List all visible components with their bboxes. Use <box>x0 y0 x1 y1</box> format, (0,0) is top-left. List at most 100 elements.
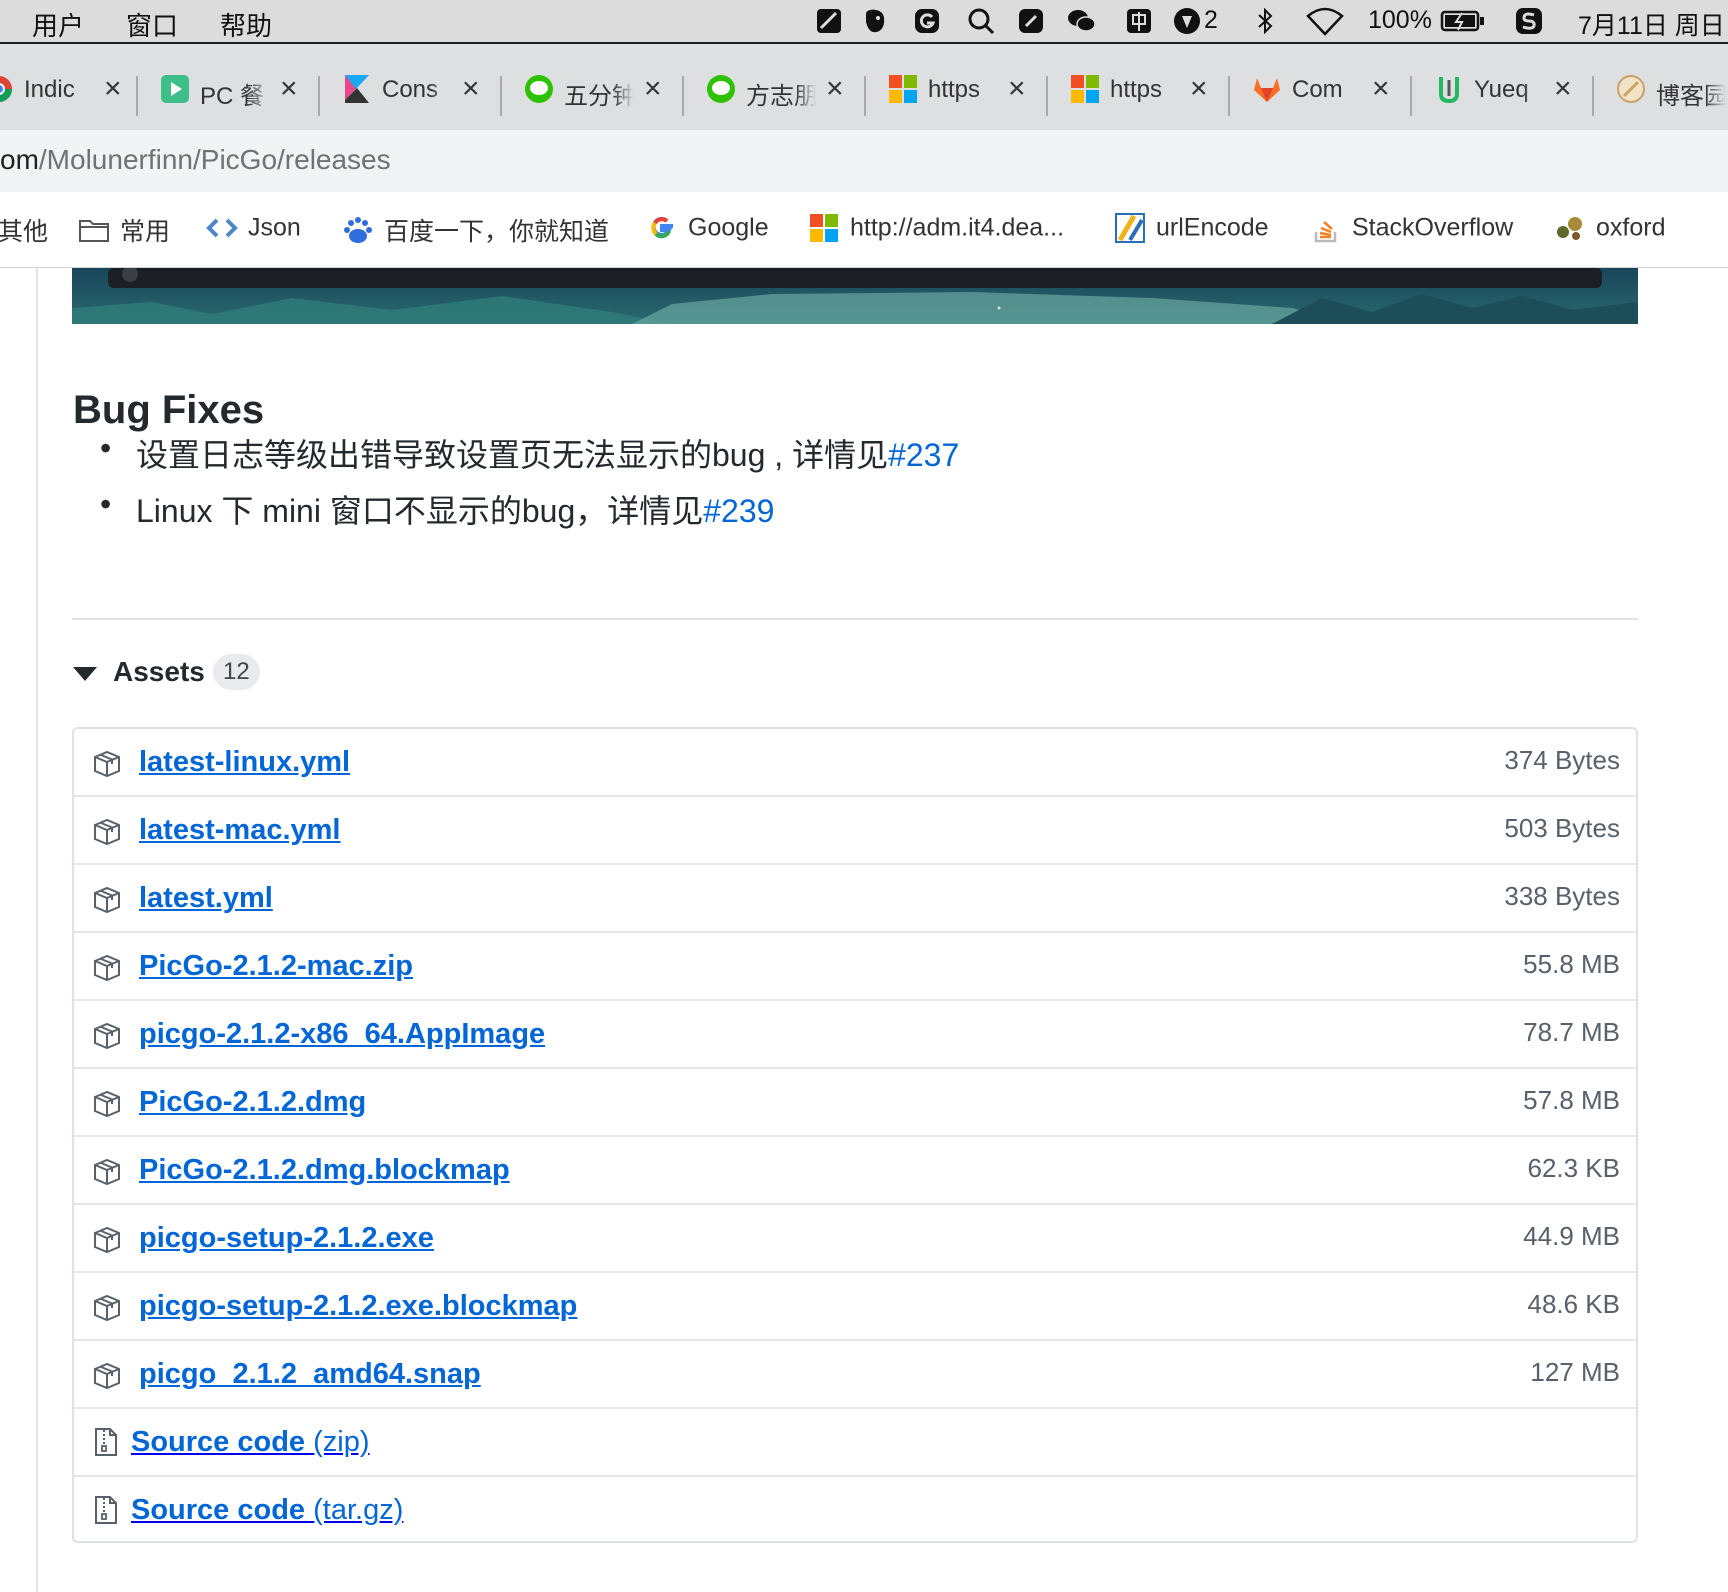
screenshot-tool-icon[interactable] <box>814 6 844 36</box>
battery-percent: 100% <box>1368 6 1432 34</box>
asset-download-link[interactable]: picgo-setup-2.1.2.exe.blockmap <box>139 1290 577 1323</box>
package-icon <box>92 1088 122 1118</box>
wifi-icon[interactable] <box>1306 6 1344 36</box>
google-icon <box>646 212 678 244</box>
asset-download-link[interactable]: picgo-setup-2.1.2.exe <box>139 1222 434 1255</box>
tab-close-icon[interactable]: × <box>462 74 492 104</box>
folder-icon <box>78 214 110 246</box>
menu-user[interactable]: 用户 <box>32 6 84 43</box>
url-text[interactable]: om/Molunerfinn/PicGo/releases <box>0 144 391 176</box>
sogou-input-icon[interactable] <box>1514 6 1544 36</box>
asset-row[interactable]: picgo-2.1.2-x86_64.AppImage 78.7 MB <box>74 1001 1636 1069</box>
tab-title: 博客园 <box>1656 83 1726 108</box>
asset-download-link[interactable]: PicGo-2.1.2-mac.zip <box>139 950 413 983</box>
macos-menu-bar: 用户 窗口 帮助 2 100% 7月11日 周日 <box>0 0 1728 44</box>
bug-fix-text: 设置日志等级出错导致设置页无法显示的bug , 详情见 <box>136 437 889 473</box>
bluetooth-icon[interactable] <box>1250 6 1280 36</box>
menu-help[interactable]: 帮助 <box>220 6 272 43</box>
tab-separator <box>500 76 502 116</box>
menu-window[interactable]: 窗口 <box>126 6 178 43</box>
assets-heading[interactable]: Assets <box>113 656 205 688</box>
asset-size: 338 Bytes <box>1504 881 1620 911</box>
asset-download-link[interactable]: latest-linux.yml <box>139 746 350 779</box>
tab-close-icon[interactable]: × <box>1554 74 1584 104</box>
bookmark-adm[interactable]: http://adm.it4.dea... <box>808 212 1064 246</box>
battery-icon[interactable] <box>1440 6 1486 36</box>
tab-title: 方志朋 <box>746 83 816 108</box>
tab-separator <box>1228 76 1230 116</box>
bookmark-label: http://adm.it4.dea... <box>850 213 1065 242</box>
menu-clock[interactable]: 7月11日 周日 <box>1578 6 1725 42</box>
address-bar[interactable]: om/Molunerfinn/PicGo/releases <box>0 130 1728 192</box>
notification-count: 2 <box>1204 6 1218 34</box>
asset-row[interactable]: picgo_2.1.2_amd64.snap 127 MB <box>74 1341 1636 1409</box>
bookmark-google[interactable]: Google <box>646 212 769 246</box>
asset-row[interactable]: picgo-setup-2.1.2.exe.blockmap 48.6 KB <box>74 1273 1636 1341</box>
blog-icon <box>1616 74 1646 104</box>
evernote-icon[interactable] <box>860 6 890 36</box>
asset-row[interactable]: latest-linux.yml 374 Bytes <box>74 729 1636 797</box>
package-icon <box>92 1156 122 1186</box>
tab-title: Yueq <box>1474 76 1529 103</box>
notification-shield-icon[interactable] <box>1172 6 1202 36</box>
asset-size: 48.6 KB <box>1527 1289 1620 1319</box>
file-zip-icon <box>94 1427 118 1457</box>
asset-row[interactable]: PicGo-2.1.2.dmg 57.8 MB <box>74 1069 1636 1137</box>
bookmark-stackoverflow[interactable]: StackOverflow <box>1310 212 1513 246</box>
tab-close-icon[interactable]: × <box>1008 74 1038 104</box>
code-icon <box>206 212 238 244</box>
source-code-link[interactable]: Source code (zip) <box>131 1426 370 1459</box>
bookmark-folder[interactable]: 常用 <box>78 212 170 246</box>
wechat-icon <box>524 74 554 104</box>
asset-row[interactable]: PicGo-2.1.2-mac.zip 55.8 MB <box>74 933 1636 1001</box>
package-icon <box>92 1224 122 1254</box>
tab-title: Indic <box>24 76 75 103</box>
tab-close-icon[interactable]: × <box>1372 74 1402 104</box>
tab-title: PC 餐 <box>200 83 265 108</box>
tab-close-icon[interactable]: × <box>826 74 856 104</box>
asset-row[interactable]: latest-mac.yml 503 Bytes <box>74 797 1636 865</box>
asset-size: 57.8 MB <box>1523 1085 1620 1115</box>
tab-close-icon[interactable]: × <box>104 74 134 104</box>
asset-download-link[interactable]: picgo-2.1.2-x86_64.AppImage <box>139 1018 545 1051</box>
issue-link[interactable]: #239 <box>703 493 774 529</box>
asset-download-link[interactable]: picgo_2.1.2_amd64.snap <box>139 1358 481 1391</box>
input-method-icon[interactable] <box>1124 6 1154 36</box>
assets-count-badge: 12 <box>213 654 260 690</box>
tab-close-icon[interactable]: × <box>280 74 310 104</box>
bookmark-other[interactable]: 其他 <box>0 212 48 246</box>
issue-link[interactable]: #237 <box>888 437 959 473</box>
notes-app-icon[interactable] <box>1016 6 1046 36</box>
package-icon <box>92 748 122 778</box>
bookmark-json[interactable]: Json <box>206 212 301 246</box>
source-code-row[interactable]: Source code (zip) <box>74 1409 1636 1477</box>
bookmark-label: 其他 <box>0 218 49 246</box>
bookmark-oxford[interactable]: oxford <box>1554 212 1665 246</box>
caret-down-icon[interactable] <box>72 664 98 684</box>
tab-close-icon[interactable]: × <box>644 74 674 104</box>
play-store-icon <box>160 74 190 104</box>
tab-close-icon[interactable]: × <box>1190 74 1220 104</box>
source-code-format: (tar.gz) <box>313 1494 404 1526</box>
chrome-icon <box>0 74 14 104</box>
tab-title: https <box>928 76 981 103</box>
wechat-status-icon[interactable] <box>1066 6 1096 36</box>
asset-row[interactable]: latest.yml 338 Bytes <box>74 865 1636 933</box>
bookmark-label: Json <box>248 213 301 242</box>
baidu-icon <box>342 214 374 246</box>
sync-app-icon[interactable] <box>912 6 942 36</box>
asset-row[interactable]: picgo-setup-2.1.2.exe 44.9 MB <box>74 1205 1636 1273</box>
asset-download-link[interactable]: PicGo-2.1.2.dmg.blockmap <box>139 1154 510 1187</box>
bookmarks-bar: 其他 常用 Json 百度一下，你就知道 Google http://adm.i… <box>0 192 1728 268</box>
asset-download-link[interactable]: PicGo-2.1.2.dmg <box>139 1086 366 1119</box>
source-code-link[interactable]: Source code (tar.gz) <box>131 1494 403 1527</box>
colorful-squares-icon <box>808 212 840 244</box>
asset-download-link[interactable]: latest-mac.yml <box>139 814 341 847</box>
bookmark-urlencode[interactable]: urlEncode <box>1114 212 1269 246</box>
asset-row[interactable]: PicGo-2.1.2.dmg.blockmap 62.3 KB <box>74 1137 1636 1205</box>
asset-download-link[interactable]: latest.yml <box>139 882 273 915</box>
bookmark-baidu[interactable]: 百度一下，你就知道 <box>342 212 609 246</box>
asset-size: 127 MB <box>1530 1357 1620 1387</box>
source-code-row[interactable]: Source code (tar.gz) <box>74 1477 1636 1545</box>
search-helper-icon[interactable] <box>966 6 996 36</box>
